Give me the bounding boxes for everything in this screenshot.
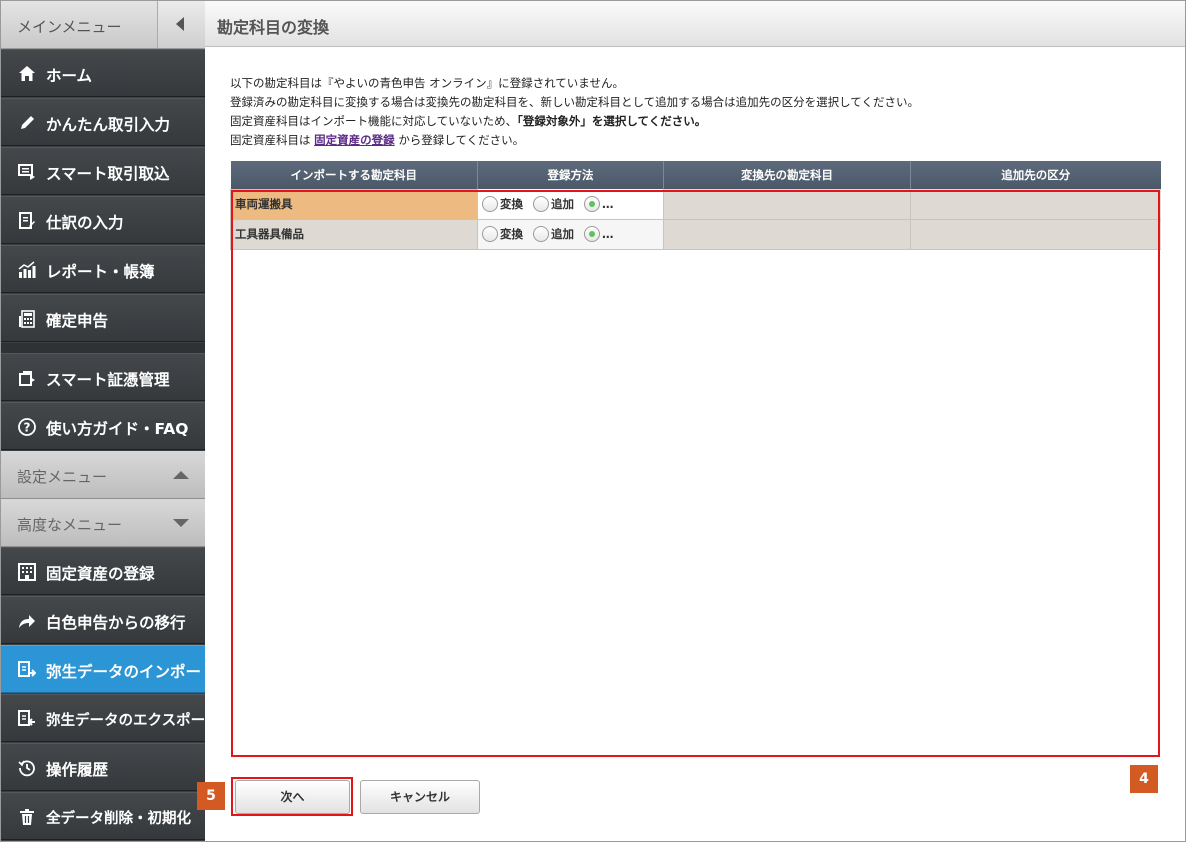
- sidebar-item-label: ホーム: [46, 67, 93, 85]
- triangle-down-icon: [173, 519, 189, 527]
- instruction-emphasis: 「登録対象外」を選択してください。: [517, 114, 707, 128]
- sidebar-item-fixed-assets[interactable]: 固定資産の登録: [1, 547, 205, 595]
- sidebar-item-easy-entry[interactable]: かんたん取引入力: [1, 98, 205, 146]
- column-header: インポートする勘定科目: [230, 161, 478, 189]
- sidebar-item-label: 弥生データのエクスポート: [46, 713, 220, 729]
- settings-menu-toggle[interactable]: 設定メニュー: [1, 451, 205, 499]
- fixed-assets-link[interactable]: 固定資産の登録: [314, 133, 395, 147]
- advanced-menu-title: 高度なメニュー: [17, 516, 123, 534]
- help-icon: ?: [17, 417, 37, 437]
- instruction-line: 固定資産科目は 固定資産の登録 から登録してください。: [230, 131, 919, 150]
- sidebar-item-label: 弥生データのインポート: [46, 663, 217, 681]
- share-arrow-icon: [17, 611, 37, 631]
- sidebar-item-label: かんたん取引入力: [46, 116, 171, 134]
- history-icon: [17, 758, 37, 778]
- sidebar-item-label: 使い方ガイド・FAQ: [46, 420, 189, 438]
- sidebar-item-tax-return[interactable]: 確定申告: [1, 294, 205, 342]
- sidebar-item-label: 固定資産の登録: [46, 565, 155, 583]
- sidebar-divider: [1, 343, 205, 353]
- sidebar-item-history[interactable]: 操作履歴: [1, 743, 205, 791]
- column-header: 追加先の区分: [910, 161, 1161, 189]
- home-icon: [17, 64, 37, 84]
- instruction-line: 以下の勘定科目は『やよいの青色申告 オンライン』に登録されていません。: [230, 76, 624, 90]
- sidebar-item-label: 全データ削除・初期化: [46, 811, 191, 827]
- advanced-menu-toggle[interactable]: 高度なメニュー: [1, 499, 205, 547]
- receipt-icon: [17, 368, 37, 388]
- sidebar-item-guide-faq[interactable]: ? 使い方ガイド・FAQ: [1, 402, 205, 450]
- sidebar-item-yayoi-export[interactable]: 弥生データのエクスポート: [1, 694, 220, 742]
- page-title: 勘定科目の変換: [217, 18, 330, 37]
- sidebar-item-reports[interactable]: レポート・帳簿: [1, 245, 205, 293]
- sidebar-item-yayoi-import[interactable]: 弥生データのインポート: [1, 645, 217, 693]
- sidebar-item-label: スマート取引取込: [46, 165, 170, 183]
- sidebar-item-label: 仕訳の入力: [46, 214, 124, 232]
- sidebar-item-smart-receipts[interactable]: スマート証憑管理: [1, 353, 205, 401]
- instruction-text: から登録してください。: [398, 133, 525, 147]
- trash-icon: [17, 807, 37, 827]
- sidebar-item-label: 確定申告: [46, 312, 109, 330]
- sidebar-item-home[interactable]: ホーム: [1, 49, 205, 97]
- cancel-button[interactable]: キャンセル: [360, 780, 480, 814]
- instruction-line: 登録済みの勘定科目に変換する場合は変換先の勘定科目を、新しい勘定科目として追加す…: [230, 95, 919, 109]
- step-badge-5: 5: [197, 782, 225, 810]
- sidebar-item-delete-all[interactable]: 全データ削除・初期化: [1, 792, 205, 840]
- instructions: 以下の勘定科目は『やよいの青色申告 オンライン』に登録されていません。 登録済み…: [230, 74, 919, 150]
- instruction-text: 固定資産科目はインポート機能に対応していないため、: [230, 114, 518, 128]
- data-export-icon: [17, 709, 37, 729]
- chevron-left-icon: [176, 17, 184, 31]
- column-header: 変換先の勘定科目: [663, 161, 911, 189]
- column-header: 登録方法: [477, 161, 664, 189]
- data-import-icon: [17, 660, 37, 680]
- sidebar-item-label: 白色申告からの移行: [46, 614, 186, 632]
- sidebar-item-label: 操作履歴: [46, 761, 109, 779]
- table-header-row: インポートする勘定科目 登録方法 変換先の勘定科目 追加先の区分: [230, 161, 1161, 189]
- instruction-text: 固定資産科目は: [230, 133, 311, 147]
- pencil-icon: [17, 113, 37, 133]
- building-icon: [17, 562, 37, 582]
- calculator-icon: [17, 309, 37, 329]
- settings-menu-title: 設定メニュー: [17, 468, 108, 486]
- import-icon: [17, 162, 37, 182]
- highlight-box: [231, 190, 1160, 757]
- chart-icon: [17, 260, 37, 280]
- sidebar-item-migrate-white[interactable]: 白色申告からの移行: [1, 596, 205, 644]
- main-menu-header: メインメニュー: [1, 1, 205, 49]
- main-menu-title: メインメニュー: [17, 18, 122, 36]
- next-button[interactable]: 次へ: [235, 780, 350, 814]
- triangle-up-icon: [173, 471, 189, 479]
- svg-text:?: ?: [24, 421, 31, 435]
- page-header: 勘定科目の変換: [205, 1, 1185, 47]
- sidebar-item-label: レポート・帳簿: [46, 263, 155, 281]
- instruction-line: 固定資産科目はインポート機能に対応していないため、「登録対象外」を選択してくださ…: [230, 112, 919, 131]
- sidebar: メインメニュー ホーム かんたん取引入力 スマート取引取込 仕訳の入力 レポート…: [1, 1, 220, 841]
- journal-icon: [17, 211, 37, 231]
- sidebar-item-smart-import[interactable]: スマート取引取込: [1, 147, 205, 195]
- sidebar-item-journal[interactable]: 仕訳の入力: [1, 196, 205, 244]
- sidebar-item-label: スマート証憑管理: [46, 371, 170, 389]
- step-badge-4: 4: [1130, 765, 1158, 793]
- collapse-sidebar-button[interactable]: [157, 1, 205, 48]
